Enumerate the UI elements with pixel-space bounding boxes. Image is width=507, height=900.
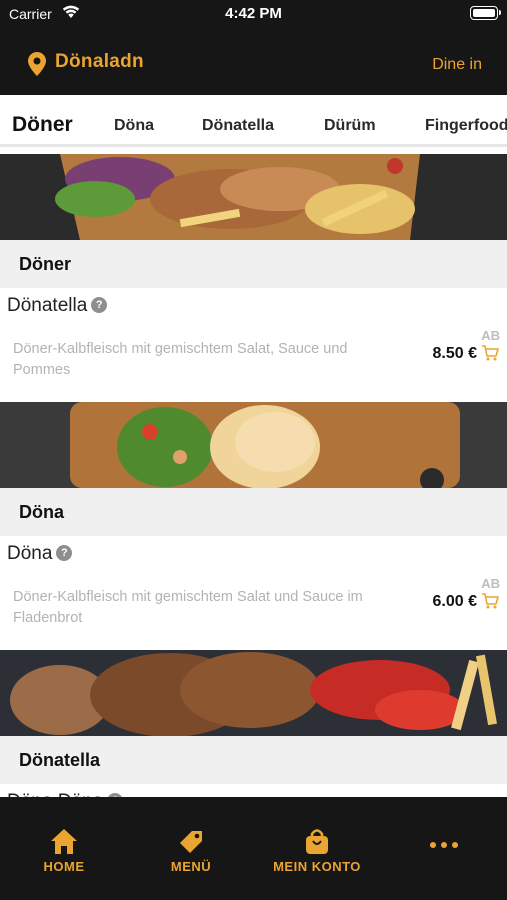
item-name: Döna xyxy=(7,543,53,564)
tab-donatella[interactable]: Dönatella xyxy=(202,117,274,135)
add-to-cart-icon[interactable] xyxy=(481,345,499,361)
nav-home[interactable]: HOME xyxy=(9,827,119,874)
menu-item-dona[interactable]: Döna? Döner-Kalbfleisch mit gemischtem S… xyxy=(0,536,507,650)
category-tabs: Döner Döna Dönatella Dürüm Fingerfood xyxy=(0,95,507,154)
bag-icon xyxy=(306,829,328,854)
item-description: Döner-Kalbfleisch mit gemischtem Salat u… xyxy=(13,589,363,626)
status-bar: Carrier 4:42 PM xyxy=(0,0,507,28)
item-description: Döner-Kalbfleisch mit gemischtem Salat, … xyxy=(13,341,348,378)
section-header-donatella: Dönatella xyxy=(0,736,507,784)
price-prefix: AB xyxy=(481,328,500,343)
section-header-doner: Döner xyxy=(0,240,507,288)
info-icon[interactable]: ? xyxy=(91,297,108,313)
price-prefix: AB xyxy=(481,576,500,591)
location-pin-icon[interactable] xyxy=(28,52,46,76)
tab-fingerfood[interactable]: Fingerfood xyxy=(425,117,507,135)
item-name: Dönatella xyxy=(7,295,88,316)
item-price: 6.00 € xyxy=(432,593,477,610)
tabs-divider xyxy=(0,144,507,147)
nav-menu[interactable]: MENÜ xyxy=(136,827,246,874)
tag-icon xyxy=(180,831,202,853)
add-to-cart-icon[interactable] xyxy=(481,593,499,609)
bottom-navigation: HOME MENÜ MEIN KONTO xyxy=(0,797,507,900)
tab-durum[interactable]: Dürüm xyxy=(324,117,376,135)
section-title: Döner xyxy=(19,254,72,274)
tab-doner[interactable]: Döner xyxy=(12,113,73,137)
menu-item-donatella[interactable]: Dönatella? Döner-Kalbfleisch mit gemisch… xyxy=(0,288,507,402)
section-header-dona: Döna xyxy=(0,488,507,536)
home-icon xyxy=(51,829,77,854)
category-banner-donatella xyxy=(0,650,507,736)
restaurant-name[interactable]: Dönaladn xyxy=(55,51,144,73)
nav-label: MEIN KONTO xyxy=(273,859,361,874)
section-title: Döna xyxy=(19,502,64,522)
clock: 4:42 PM xyxy=(225,5,282,22)
section-title: Dönatella xyxy=(19,750,101,770)
info-icon[interactable]: ? xyxy=(56,545,73,561)
more-icon xyxy=(430,842,458,848)
nav-more[interactable] xyxy=(389,841,499,853)
nav-label: HOME xyxy=(43,859,85,874)
app-header: Dönaladn Dine in xyxy=(0,28,507,95)
item-price: 8.50 € xyxy=(432,345,477,362)
tab-dona[interactable]: Döna xyxy=(114,117,154,135)
nav-label: MENÜ xyxy=(170,859,212,874)
battery-icon xyxy=(470,6,501,20)
category-banner-dona xyxy=(0,402,507,488)
category-banner-doner xyxy=(0,154,507,240)
dine-in-button[interactable]: Dine in xyxy=(432,56,482,74)
nav-account[interactable]: MEIN KONTO xyxy=(262,827,372,874)
